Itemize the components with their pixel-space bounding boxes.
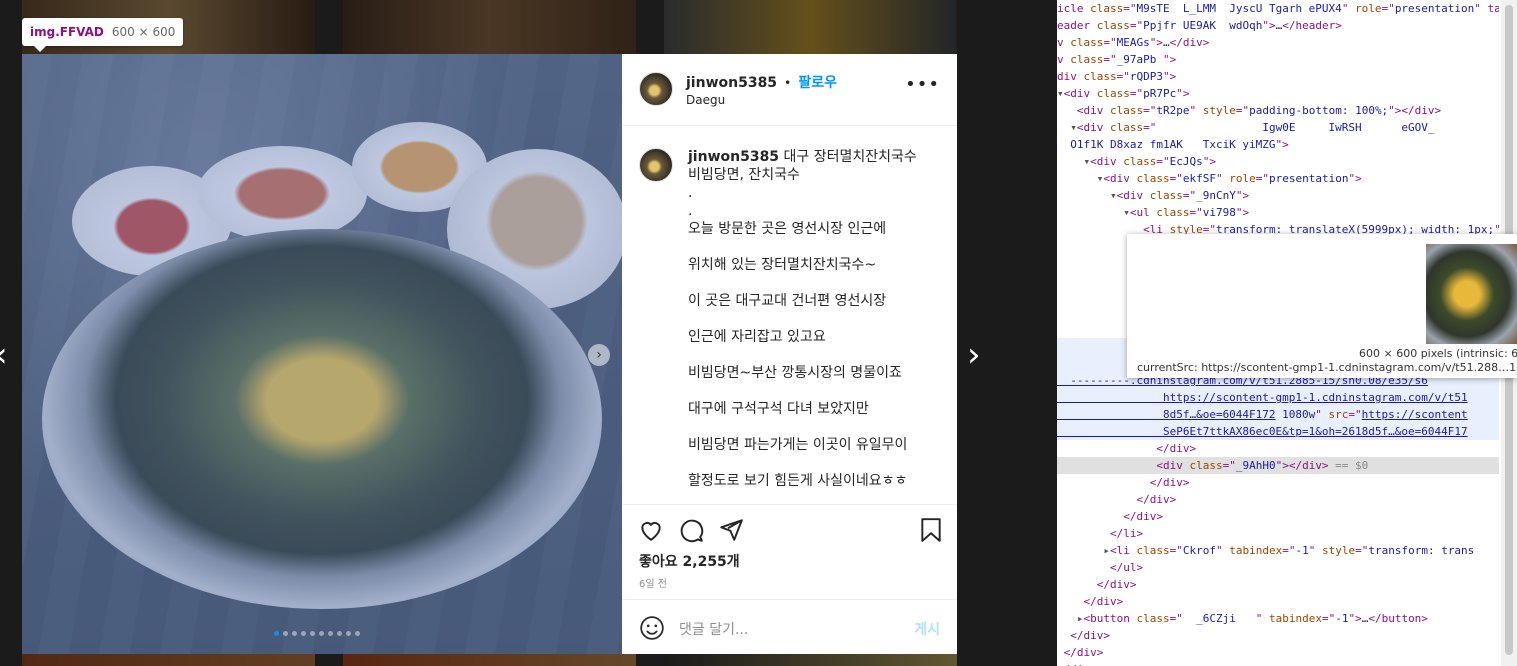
caption-line: . (688, 185, 693, 201)
image-preview-thumbnail (1426, 244, 1517, 344)
dom-line[interactable]: </div> (1057, 627, 1499, 644)
instagram-page: ‹ › › jinwon5385 • 팔로우 Daegu ••• jinwon5… (0, 0, 1057, 666)
carousel-dot (355, 631, 360, 636)
location-link[interactable]: Daegu (686, 93, 725, 107)
dom-line[interactable]: SeP6Et7ttkAX86ec0E&tp=1&oh=2618d5f…&oe=6… (1057, 423, 1499, 440)
element-highlight-overlay (22, 54, 622, 654)
carousel-dot (274, 631, 279, 636)
next-post-arrow-icon[interactable]: › (967, 338, 981, 372)
dom-line[interactable]: <div class="_9AhH0"></div> == $0 (1057, 457, 1499, 474)
caption-username[interactable]: jinwon5385 (688, 149, 779, 165)
image-preview-popup: 600 × 600 pixels (intrinsic: 640 current… (1127, 234, 1517, 378)
like-count[interactable]: 좋아요 2,255개 (639, 551, 740, 571)
share-icon[interactable] (718, 517, 744, 543)
carousel-next-icon[interactable]: › (588, 344, 610, 366)
avatar[interactable] (639, 72, 673, 106)
comment-icon[interactable] (678, 517, 704, 543)
carousel-dot (283, 631, 288, 636)
carousel-dot (292, 631, 297, 636)
dom-line[interactable]: </div> (1057, 474, 1499, 491)
caption-line: 비빔당면 파는가게는 이곳이 유일무이 (688, 437, 908, 453)
caption-line (688, 238, 943, 256)
caption-line (688, 346, 943, 364)
tooltip-size: 600 × 600 (111, 25, 176, 39)
tooltip-tag: img.FFVAD (30, 25, 104, 39)
dom-line[interactable]: </div> (1057, 491, 1499, 508)
dom-line[interactable]: icle class="M9sTE L_LMM JyscU Tgarh ePUX… (1057, 0, 1499, 17)
dom-line[interactable]: div class="rQDP3"> (1057, 68, 1499, 85)
caption-text: jinwon5385 대구 장터멸치잔치국수 비빔당면, 잔치국수.. 오늘 방문… (688, 148, 943, 490)
carousel-dot (301, 631, 306, 636)
post-timestamp[interactable]: 6일 전 (639, 575, 667, 590)
dom-line[interactable]: ▸<button class=" _6CZji " tabindex="-1">… (1057, 610, 1499, 627)
emoji-icon[interactable] (639, 615, 665, 641)
dom-line[interactable]: ▾<div class="_9nCnY"> (1057, 187, 1499, 204)
action-bar: 좋아요 2,255개 6일 전 (622, 504, 957, 600)
caption-line (688, 382, 943, 400)
element-inspector-tooltip: img.FFVAD 600 × 600 (22, 18, 184, 52)
caption-line: 인근에 자리잡고 있고요 (688, 329, 826, 345)
carousel-dot (319, 631, 324, 636)
image-dimensions: 600 × 600 pixels (intrinsic: 640 (1359, 347, 1517, 360)
caption-line: 비빔당면~부산 깡통시장의 명물이죠 (688, 365, 902, 381)
dom-line[interactable]: ▾<div class="pR7Pc"> (1057, 85, 1499, 102)
dom-line[interactable]: </div> (1057, 440, 1499, 457)
caption-area: jinwon5385 대구 장터멸치잔치국수 비빔당면, 잔치국수.. 오늘 방문… (622, 126, 957, 504)
caption-line: 이 곳은 대구교대 건너편 영선시장 (688, 293, 887, 309)
caption-line: 비빔당면, 잔치국수 (688, 167, 800, 183)
caption-title: 대구 장터멸치잔치국수 (783, 149, 917, 165)
separator: • (784, 76, 792, 90)
username-link[interactable]: jinwon5385 (686, 75, 777, 91)
caption-line: 위치해 있는 장터멸치잔치국수~ (688, 257, 877, 273)
current-src: currentSrc: https://scontent-gmp1-1.cdni… (1137, 361, 1517, 374)
carousel-dot (346, 631, 351, 636)
post-comment-button[interactable]: 게시 (914, 619, 940, 639)
heart-icon[interactable] (638, 517, 664, 543)
caption-line (688, 310, 943, 328)
dom-line[interactable]: </div> (1057, 508, 1499, 525)
caption-line: 대구에 구석구석 다녀 보았지만 (688, 401, 869, 417)
carousel-dot (337, 631, 342, 636)
follow-button[interactable]: 팔로우 (798, 75, 837, 91)
dom-line[interactable]: </ul> (1057, 559, 1499, 576)
dom-line[interactable]: ▾<div class="EcJQs"> (1057, 153, 1499, 170)
caption-line (688, 274, 943, 292)
dom-line[interactable]: 8d5f…&oe=6044F172 1080w" src="https://sc… (1057, 406, 1499, 423)
dom-line[interactable]: O1f1K D8xaz fm1AK TxciK yiMZG"> (1057, 136, 1499, 153)
caption-line (688, 418, 943, 436)
dom-line[interactable]: </li> (1057, 525, 1499, 542)
carousel-dot (310, 631, 315, 636)
post-header: jinwon5385 • 팔로우 Daegu ••• (622, 54, 957, 126)
previous-post-arrow-icon[interactable]: ‹ (0, 338, 8, 372)
carousel-dot (328, 631, 333, 636)
dom-line[interactable]: </div> (1057, 593, 1499, 610)
dom-line[interactable]: <div class="tR2pe" style="padding-bottom… (1057, 102, 1499, 119)
dom-line[interactable]: v class="_97aPb "> (1057, 51, 1499, 68)
comment-input[interactable]: 댓글 달기... (679, 619, 748, 639)
dom-line[interactable]: eader class="Ppjfr UE9AK wdOqh">…</heade… (1057, 17, 1499, 34)
dom-line[interactable]: ▸<li class="Ckrof" tabindex="-1" style="… (1057, 542, 1499, 559)
dom-line[interactable]: </div> (1057, 576, 1499, 593)
dom-line[interactable]: </div> (1057, 661, 1499, 666)
caption-line: 오늘 방문한 곳은 영선시장 인근에 (688, 221, 887, 237)
dom-line[interactable]: ▾<ul class="vi798"> (1057, 204, 1499, 221)
post-details-panel: jinwon5385 • 팔로우 Daegu ••• jinwon5385 대구… (622, 54, 957, 654)
caption-line (688, 454, 943, 472)
more-options-icon[interactable]: ••• (905, 74, 940, 95)
dom-line[interactable]: </div> (1057, 644, 1499, 661)
bookmark-icon[interactable] (918, 517, 944, 543)
caption-line: 할정도로 보기 힘든게 사실이네요ㅎㅎ (688, 473, 908, 489)
carousel-indicator (274, 631, 360, 636)
caption-line: . (688, 203, 693, 219)
comment-box: 댓글 달기... 게시 (622, 599, 957, 655)
dom-line[interactable]: ▾<div class="ekfSF" role="presentation"> (1057, 170, 1499, 187)
avatar[interactable] (639, 148, 673, 182)
dom-line[interactable]: v class="MEAGs">…</div> (1057, 34, 1499, 51)
post-image[interactable]: › (22, 54, 622, 654)
dom-line[interactable]: https://scontent-gmp1-1.cdninstagram.com… (1057, 389, 1499, 406)
dom-line[interactable]: ▾<div class=" Igw0E IwRSH eGOV_ (1057, 119, 1499, 136)
